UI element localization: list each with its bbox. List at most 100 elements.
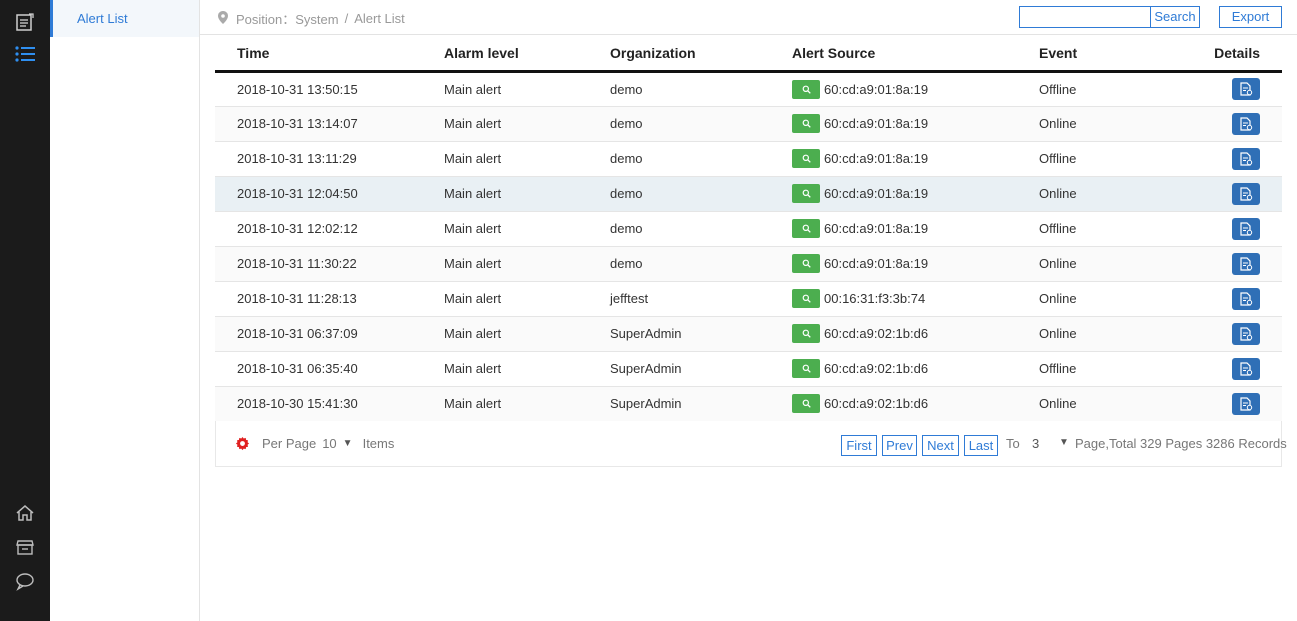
chat-icon[interactable] xyxy=(14,570,36,592)
query-button[interactable] xyxy=(792,114,820,133)
cell-time: 2018-10-31 12:02:12 xyxy=(215,211,444,247)
subnav-item-alert-list[interactable]: Alert List xyxy=(50,0,199,37)
details-button[interactable] xyxy=(1232,252,1260,275)
table-row: 2018-10-31 06:35:40 Main alert SuperAdmi… xyxy=(215,351,1282,387)
cell-details xyxy=(1169,106,1282,142)
pagination-bar: Per Page 10 ▼ Items First Prev Next Last… xyxy=(215,421,1287,467)
details-button[interactable] xyxy=(1232,357,1260,380)
cell-organization: SuperAdmin xyxy=(610,351,792,387)
alert-source-mac: 60:cd:a9:02:1b:d6 xyxy=(824,361,929,376)
cell-time: 2018-10-31 11:30:22 xyxy=(215,246,444,282)
query-button[interactable] xyxy=(792,359,820,378)
cell-alert-source: 60:cd:a9:01:8a:19 xyxy=(792,141,1039,177)
table-row: 2018-10-31 11:28:13 Main alert jefftest … xyxy=(215,281,1282,317)
document-view-icon xyxy=(1240,82,1253,96)
cell-details xyxy=(1169,281,1282,317)
query-button[interactable] xyxy=(792,254,820,273)
cell-time: 2018-10-31 13:14:07 xyxy=(215,106,444,142)
table-row: 2018-10-31 13:50:15 Main alert demo 60:c… xyxy=(215,71,1282,107)
settings-gear-icon[interactable] xyxy=(235,436,250,454)
last-page-button[interactable]: Last xyxy=(964,435,998,456)
search-button[interactable]: Search xyxy=(1150,7,1199,27)
per-page-select[interactable]: 10 xyxy=(322,436,336,451)
query-button[interactable] xyxy=(792,149,820,168)
prev-page-button[interactable]: Prev xyxy=(882,435,917,456)
page-chevron-down-icon[interactable]: ▼ xyxy=(1059,437,1069,448)
table-row: 2018-10-31 13:11:29 Main alert demo 60:c… xyxy=(215,141,1282,177)
alert-source-mac: 60:cd:a9:01:8a:19 xyxy=(824,151,929,166)
alert-source-mac: 60:cd:a9:01:8a:19 xyxy=(824,221,929,236)
next-page-button[interactable]: Next xyxy=(922,435,959,456)
query-button[interactable] xyxy=(792,324,820,343)
goto-label: To xyxy=(1006,436,1020,451)
document-view-icon xyxy=(1240,151,1253,166)
cell-organization: SuperAdmin xyxy=(610,316,792,352)
query-button[interactable] xyxy=(792,184,820,203)
search-icon xyxy=(802,294,811,303)
query-button[interactable] xyxy=(792,394,820,413)
cell-alarm-level: Main alert xyxy=(444,386,610,422)
home-icon[interactable] xyxy=(14,502,36,524)
document-view-icon xyxy=(1240,186,1253,201)
alert-source-mac: 00:16:31:f3:3b:74 xyxy=(824,291,926,306)
cell-alarm-level: Main alert xyxy=(444,281,610,317)
cell-organization: SuperAdmin xyxy=(610,386,792,422)
details-button[interactable] xyxy=(1232,147,1260,170)
export-button[interactable]: Export xyxy=(1219,6,1282,28)
cell-organization: demo xyxy=(610,71,792,107)
cell-time: 2018-10-31 06:37:09 xyxy=(215,316,444,352)
cell-event: Online xyxy=(1039,316,1169,352)
details-button[interactable] xyxy=(1232,112,1260,135)
cell-alert-source: 00:16:31:f3:3b:74 xyxy=(792,281,1039,317)
cell-event: Online xyxy=(1039,246,1169,282)
details-button[interactable] xyxy=(1232,392,1260,415)
per-page-control: Per Page 10 ▼ Items xyxy=(262,436,400,451)
search-icon xyxy=(802,329,811,338)
details-button[interactable] xyxy=(1232,287,1260,310)
page-select[interactable]: 3 xyxy=(1032,436,1039,451)
query-button[interactable] xyxy=(792,79,820,99)
cell-event: Offline xyxy=(1039,71,1169,107)
document-view-icon xyxy=(1240,291,1253,306)
document-view-icon xyxy=(1240,396,1253,411)
store-icon[interactable] xyxy=(14,536,36,558)
cell-event: Online xyxy=(1039,281,1169,317)
table-row: 2018-10-31 13:14:07 Main alert demo 60:c… xyxy=(215,106,1282,142)
cell-time: 2018-10-31 11:28:13 xyxy=(215,281,444,317)
details-button[interactable] xyxy=(1232,322,1260,345)
search-icon xyxy=(802,224,811,233)
cell-alert-source: 60:cd:a9:02:1b:d6 xyxy=(792,351,1039,387)
cell-alarm-level: Main alert xyxy=(444,246,610,282)
sub-navigation: Alert List xyxy=(50,0,200,621)
cell-alert-source: 60:cd:a9:01:8a:19 xyxy=(792,246,1039,282)
list-icon[interactable] xyxy=(14,43,36,65)
cell-alert-source: 60:cd:a9:02:1b:d6 xyxy=(792,386,1039,422)
notebook-icon[interactable] xyxy=(14,11,36,33)
breadcrumb-prefix: Position：System xyxy=(236,12,339,27)
details-button[interactable] xyxy=(1232,217,1260,240)
per-page-label: Per Page xyxy=(262,436,317,451)
cell-event: Online xyxy=(1039,106,1169,142)
details-button[interactable] xyxy=(1232,78,1260,100)
chevron-down-icon[interactable]: ▼ xyxy=(343,438,353,449)
first-page-button[interactable]: First xyxy=(841,435,877,456)
search-icon xyxy=(802,189,811,198)
cell-organization: jefftest xyxy=(610,281,792,317)
cell-alarm-level: Main alert xyxy=(444,141,610,177)
cell-details xyxy=(1169,211,1282,247)
table-row: 2018-10-31 11:30:22 Main alert demo 60:c… xyxy=(215,246,1282,282)
header-organization: Organization xyxy=(610,36,792,73)
table-row: 2018-10-31 12:02:12 Main alert demo 60:c… xyxy=(215,211,1282,247)
query-button[interactable] xyxy=(792,289,820,308)
search-icon xyxy=(802,154,811,163)
search-input[interactable] xyxy=(1020,7,1150,27)
cell-alert-source: 60:cd:a9:01:8a:19 xyxy=(792,176,1039,212)
header-details: Details xyxy=(1169,36,1282,73)
query-button[interactable] xyxy=(792,219,820,238)
search-icon xyxy=(802,259,811,268)
cell-alarm-level: Main alert xyxy=(444,211,610,247)
details-button[interactable] xyxy=(1232,182,1260,205)
table-row: 2018-10-31 06:37:09 Main alert SuperAdmi… xyxy=(215,316,1282,352)
breadcrumb: Position：System / Alert List xyxy=(218,9,405,28)
alert-source-mac: 60:cd:a9:01:8a:19 xyxy=(824,256,929,271)
